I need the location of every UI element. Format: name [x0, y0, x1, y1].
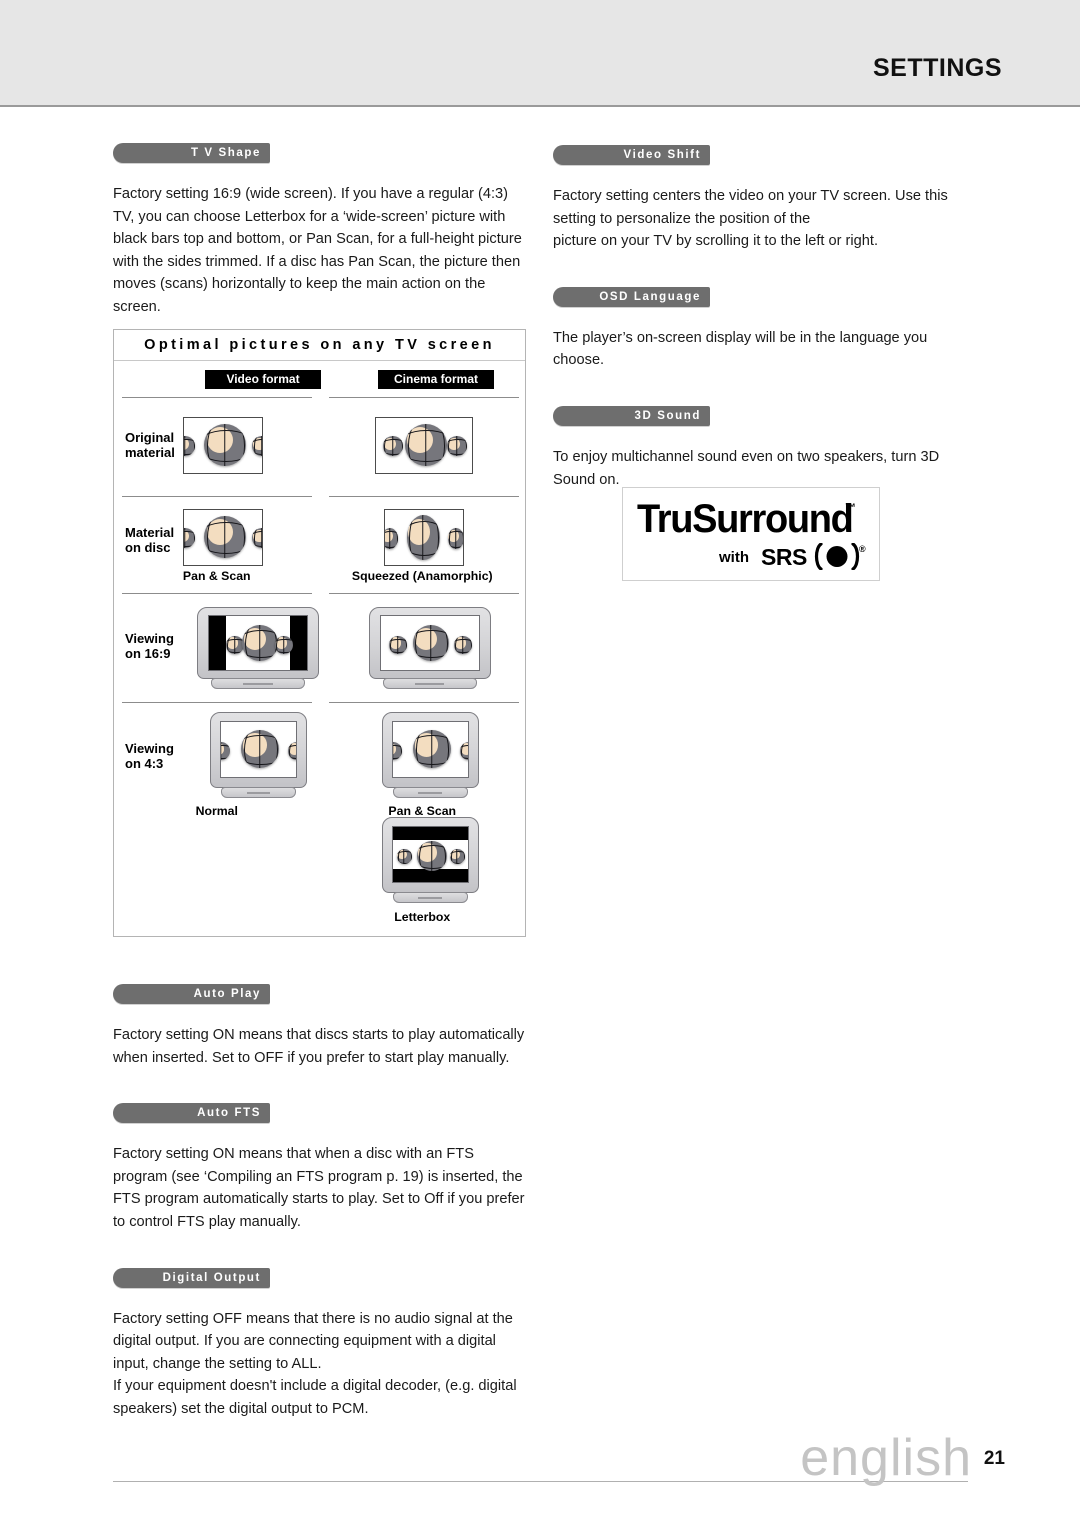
- basketball-main: [204, 424, 246, 466]
- section-video-shift: Video Shift Factory setting centers the …: [553, 145, 968, 253]
- section-heading-auto-fts: Auto FTS: [113, 1103, 270, 1124]
- diagram-caption-squeezed-anamorphic: Squeezed (Anamorphic): [351, 569, 493, 583]
- section-body-digital-output: Factory setting OFF means that there is …: [113, 1310, 513, 1372]
- diagram-caption-letterbox: Letterbox: [394, 910, 451, 924]
- diagram-title: Optimal pictures on any TV screen: [114, 330, 525, 361]
- diagram-header-cinema-format: Cinema format: [378, 370, 494, 389]
- diagram-cell-tv-16-9-letterboxed: [114, 594, 320, 702]
- tv-set-4-3-normal: [210, 712, 307, 800]
- basketball-main: [204, 516, 246, 558]
- diagram-format-headers: Video format Cinema format: [114, 361, 525, 397]
- diagram-row-original-material: Original material: [114, 398, 525, 496]
- letterbox-bar-top: [392, 827, 468, 840]
- basketball-small-right: [453, 636, 472, 654]
- trademark-icon: ™: [845, 502, 856, 514]
- basketball-small-left: [382, 436, 403, 456]
- diagram-cell-empty: [114, 815, 320, 933]
- section-body-osd-language: The player’s on-screen display will be i…: [553, 329, 928, 369]
- diagram-cell-squeezed-source: Squeezed (Anamorphic): [320, 497, 526, 593]
- section-body-video-shift: Factory setting centers the video on you…: [553, 188, 948, 227]
- diagram-cell-tv-letterbox: Letterbox: [320, 815, 526, 933]
- section-digital-output: Digital Output Factory setting OFF means…: [113, 1267, 528, 1421]
- picture-pan-and-scan: [183, 509, 263, 566]
- basketball-small-right: [449, 849, 465, 864]
- basketball-main: [406, 515, 440, 560]
- diagram-cell-tv-4-3-panscan: Pan & Scan: [320, 703, 526, 818]
- page-header-band: SETTINGS: [0, 0, 1080, 107]
- diagram-row-material-on-disc: Material on disc Pan & Scan Squeezed (An…: [114, 497, 525, 593]
- footer-language-label: english: [800, 1429, 972, 1487]
- pillarbox-bar-left: [209, 616, 226, 670]
- optimal-pictures-diagram: Optimal pictures on any TV screen Video …: [113, 329, 526, 937]
- diagram-cell-original-cinema: [320, 398, 526, 496]
- logo-srs-text: SRS: [761, 544, 807, 570]
- section-body-video-shift-2: picture on your TV by scrolling it to th…: [553, 233, 878, 250]
- section-heading-3d-sound: 3D Sound: [553, 405, 710, 426]
- basketball-small-right: [252, 436, 262, 456]
- diagram-caption-pan-and-scan: Pan & Scan: [182, 569, 251, 583]
- basketball-small-right: [459, 742, 468, 760]
- basketball-main: [242, 625, 278, 661]
- basketball-main: [412, 730, 451, 768]
- registered-icon: ®: [859, 544, 866, 554]
- trusurround-srs-logo: TruSurround ™ with SRS ®: [622, 487, 880, 581]
- picture-squeezed-anamorphic: [383, 509, 464, 566]
- section-heading-digital-output: Digital Output: [113, 1267, 270, 1288]
- section-heading-video-shift: Video Shift: [553, 145, 710, 165]
- section-3d-sound: 3D Sound To enjoy multichannel sound eve…: [553, 405, 968, 491]
- basketball-small-left: [392, 742, 402, 760]
- diagram-row-viewing-4-3: Viewing on 4:3 Normal Pan & Scan: [114, 703, 526, 818]
- tv-set-4-3-letterbox: [381, 817, 479, 905]
- diagram-cell-panscan-source: Pan & Scan: [114, 497, 320, 593]
- basketball-small-right: [252, 528, 262, 548]
- basketball-small-left: [384, 528, 398, 549]
- page-title: SETTINGS: [872, 54, 1002, 82]
- section-tv-shape: T V Shape Factory setting 16:9 (wide scr…: [113, 143, 528, 319]
- basketball-small-left: [396, 849, 412, 864]
- srs-sound-mark-icon: [814, 543, 860, 570]
- section-body-3d-sound: To enjoy multichannel sound even on two …: [553, 448, 940, 488]
- picture-original-video: [183, 417, 263, 474]
- section-osd-language: OSD Language The player’s on-screen disp…: [553, 286, 968, 372]
- logo-brand-text: TruSurround: [637, 497, 854, 541]
- section-heading-auto-play: Auto Play: [113, 984, 270, 1004]
- basketball-small-left: [388, 636, 407, 654]
- picture-original-cinema: [374, 417, 473, 474]
- diagram-cell-tv-16-9-full: [320, 594, 526, 702]
- section-body-auto-fts: Factory setting ON means that when a dis…: [113, 1146, 525, 1230]
- page-number: 21: [983, 1448, 1005, 1469]
- diagram-row-viewing-16-9: Viewing on 16:9: [114, 594, 525, 702]
- diagram-cell-tv-4-3-normal: Normal: [114, 703, 320, 818]
- basketball-small-left: [184, 528, 195, 548]
- right-content-column: Video Shift Factory setting centers the …: [553, 145, 968, 525]
- diagram-cell-original-video: [114, 398, 320, 496]
- tv-set-4-3-pan-and-scan: [381, 712, 479, 800]
- section-heading-tv-shape: T V Shape: [113, 143, 270, 163]
- section-heading-osd-language: OSD Language: [553, 286, 710, 307]
- basketball-small-right: [275, 636, 293, 654]
- diagram-row-letterbox: Letterbox: [114, 815, 525, 933]
- basketball-small-left: [221, 742, 230, 760]
- section-auto-fts: Auto FTS Factory setting ON means that w…: [113, 1103, 528, 1233]
- basketball-small-right: [446, 436, 467, 456]
- logo-with-text: with: [719, 549, 749, 566]
- basketball-small-right: [288, 742, 296, 760]
- basketball-main: [416, 841, 447, 871]
- basketball-main: [404, 424, 447, 466]
- section-body-tv-shape: Factory setting 16:9 (wide screen). If y…: [113, 186, 522, 315]
- left-content-column-lower: Auto Play Factory setting ON means that …: [113, 984, 528, 1421]
- left-content-column: T V Shape Factory setting 16:9 (wide scr…: [113, 143, 528, 319]
- diagram-header-video-format: Video format: [205, 370, 321, 389]
- section-body-digital-output-2: If your equipment doesn't include a digi…: [113, 1378, 517, 1417]
- tv-set-widescreen-full: [368, 607, 491, 693]
- basketball-main: [412, 625, 449, 661]
- basketball-main: [241, 730, 279, 768]
- basketball-small-left: [184, 436, 195, 456]
- section-auto-play: Auto Play Factory setting ON means that …: [113, 984, 528, 1069]
- section-body-auto-play: Factory setting ON means that discs star…: [113, 1027, 525, 1066]
- basketball-small-right: [447, 528, 463, 549]
- tv-set-widescreen-pillarbox: [197, 607, 319, 693]
